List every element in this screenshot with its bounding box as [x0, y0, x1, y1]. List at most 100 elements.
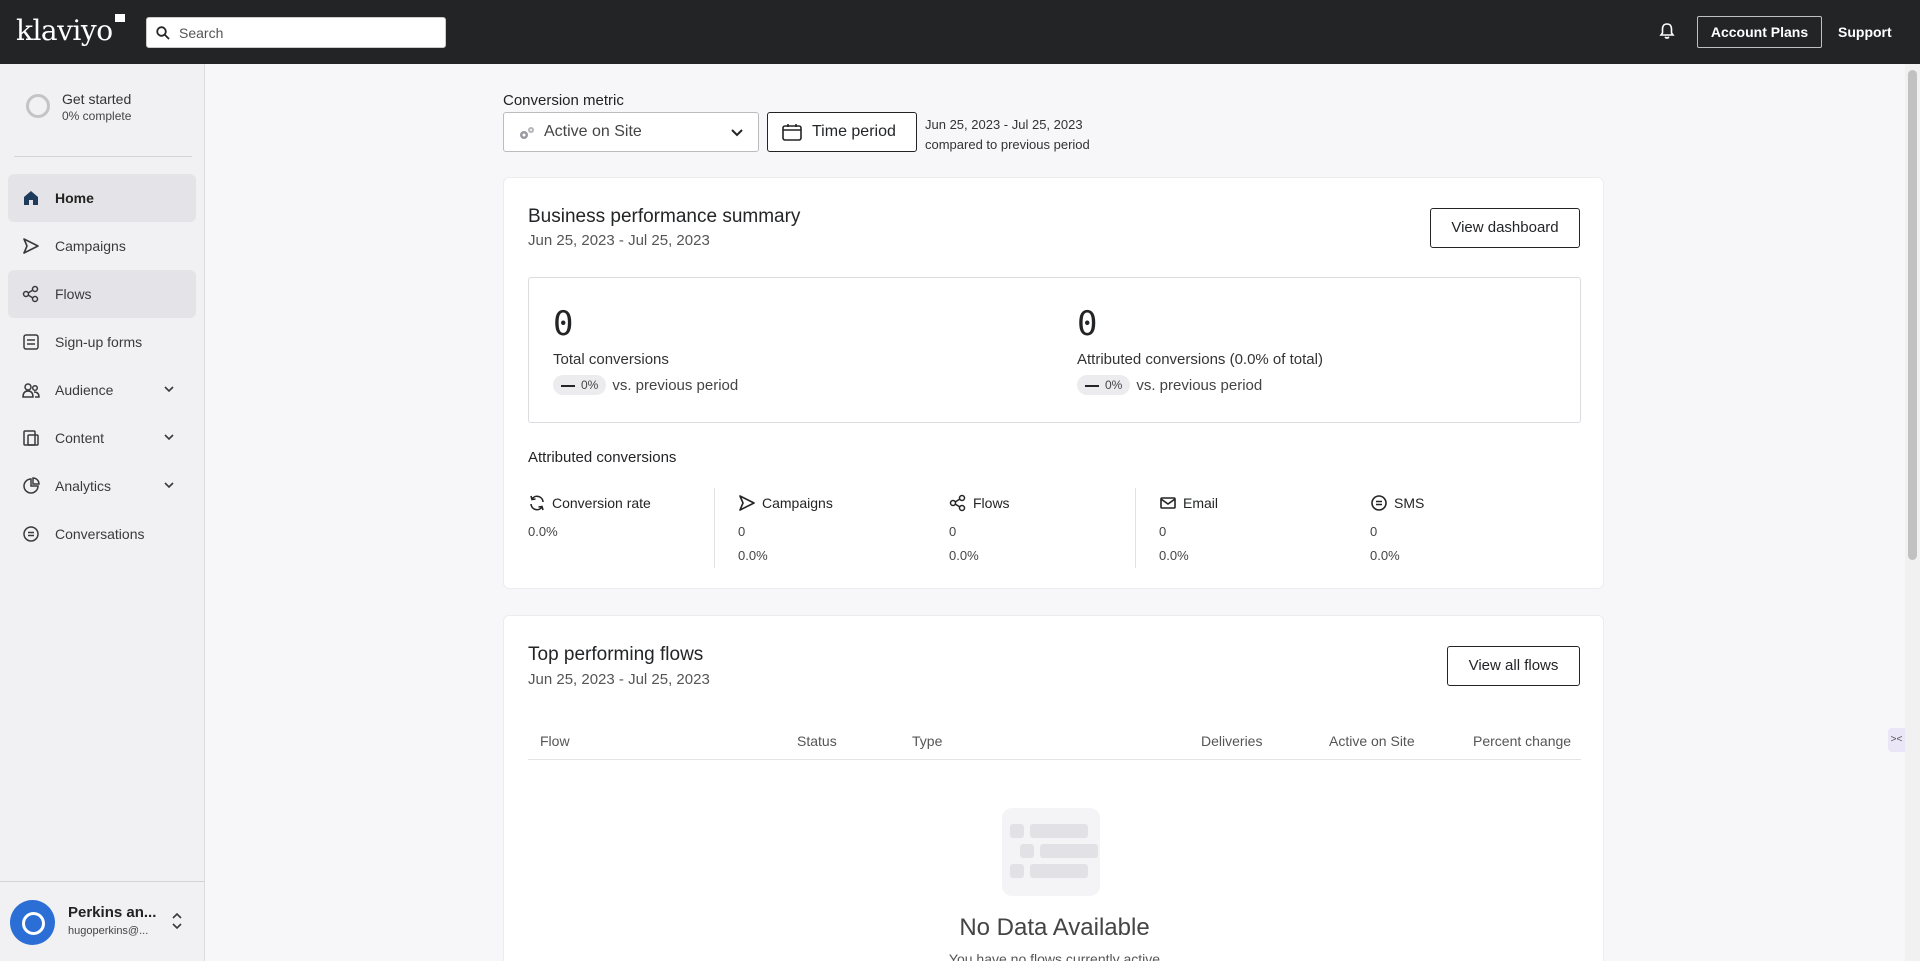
- attributed-conversions-value: 0: [1077, 304, 1098, 344]
- stat-rate: 0.0%: [1370, 548, 1400, 563]
- total-conversions-label: Total conversions: [553, 351, 669, 368]
- account-name: Perkins an...: [68, 904, 157, 921]
- card-title: Top performing flows: [528, 644, 704, 665]
- chevron-updown-icon: [172, 912, 182, 930]
- sidebar-item-label: Home: [55, 190, 94, 206]
- calendar-icon: [782, 124, 802, 141]
- column-header-active-on-site[interactable]: Active on Site: [1329, 733, 1415, 749]
- home-icon: [24, 191, 38, 205]
- stat-rate: 0.0%: [1159, 548, 1189, 563]
- total-conversions-value: 0: [553, 304, 574, 344]
- view-dashboard-button[interactable]: View dashboard: [1430, 208, 1580, 248]
- mail-icon: [1160, 497, 1176, 509]
- sidebar-item-label: Content: [55, 430, 105, 446]
- sidebar-item-audience[interactable]: Audience: [8, 366, 196, 414]
- progress-ring-icon: [26, 94, 50, 118]
- klaviyo-logo[interactable]: klaviyo: [16, 14, 125, 47]
- column-header-deliveries[interactable]: Deliveries: [1201, 733, 1262, 749]
- conversion-metric-select[interactable]: Active on Site: [503, 112, 759, 152]
- refresh-icon: [530, 495, 544, 511]
- view-all-flows-button[interactable]: View all flows: [1447, 646, 1580, 686]
- stat-label: SMS: [1394, 495, 1425, 511]
- sidebar-item-signup-forms[interactable]: Sign-up forms: [8, 318, 196, 366]
- attributed-conversions-label: Attributed conversions (0.0% of total): [1077, 351, 1323, 368]
- account-switcher[interactable]: Perkins an... hugoperkins@...: [0, 881, 205, 961]
- stat-rate: 0.0%: [738, 548, 768, 563]
- comparison-label: vs. previous period: [1136, 376, 1263, 394]
- empty-list-icon: [1002, 808, 1100, 896]
- column-header-status[interactable]: Status: [797, 733, 837, 749]
- card-title: Business performance summary: [528, 206, 801, 227]
- sidebar-item-label: Analytics: [55, 478, 112, 494]
- chevron-down-icon: [731, 129, 743, 137]
- card-date-range: Jun 25, 2023 - Jul 25, 2023: [528, 232, 710, 249]
- stat-value: 0: [1370, 524, 1378, 539]
- sidebar-item-label: Sign-up forms: [55, 334, 143, 350]
- send-icon: [23, 238, 39, 254]
- attributed-change-row: 0% vs. previous period: [1077, 375, 1262, 397]
- empty-state-subtitle: You have no flows currently active: [948, 951, 1161, 961]
- column-header-flow[interactable]: Flow: [540, 733, 570, 749]
- search-icon: [156, 26, 170, 40]
- chevron-down-icon: [164, 434, 174, 441]
- change-badge: 0%: [553, 375, 607, 395]
- flows-icon: [949, 494, 966, 512]
- stat-rate: 0.0%: [949, 548, 979, 563]
- sidebar-divider: [14, 156, 192, 157]
- sidebar-item-label: Flows: [55, 286, 92, 302]
- stat-value: 0: [738, 524, 746, 539]
- sidebar-item-label: Campaigns: [55, 238, 126, 254]
- gears-icon: [520, 127, 534, 139]
- get-started-progress: 0% complete: [62, 109, 132, 123]
- support-link[interactable]: Support: [1838, 16, 1892, 48]
- stat-label: Conversion rate: [552, 495, 651, 511]
- stat-value: 0: [949, 524, 957, 539]
- sidebar-item-campaigns[interactable]: Campaigns: [8, 222, 196, 270]
- dash-icon: [561, 384, 575, 387]
- sidebar: Get started 0% complete Home Campaigns F…: [0, 64, 205, 961]
- stat-label: Flows: [973, 495, 1010, 511]
- sms-icon: [1371, 495, 1387, 511]
- sidebar-item-conversations[interactable]: Conversations: [8, 510, 196, 558]
- stat-value: 0: [1159, 524, 1167, 539]
- page-scrollbar[interactable]: [1905, 64, 1920, 961]
- scrollbar-thumb[interactable]: [1908, 70, 1917, 560]
- stat-label: Campaigns: [762, 495, 833, 511]
- notification-bell-icon[interactable]: [1659, 22, 1675, 45]
- comparison-label: vs. previous period: [612, 376, 739, 394]
- empty-state-title: No Data Available: [959, 914, 1150, 941]
- search-input[interactable]: [179, 18, 439, 47]
- form-icon: [23, 334, 39, 350]
- conversion-metric-label: Conversion metric: [503, 92, 624, 109]
- account-plans-button[interactable]: Account Plans: [1697, 16, 1822, 48]
- get-started-title: Get started: [62, 91, 132, 107]
- chevron-down-icon: [164, 482, 174, 489]
- account-email: hugoperkins@...: [68, 925, 149, 937]
- sidebar-item-flows[interactable]: Flows: [8, 270, 196, 318]
- column-header-percent-change[interactable]: Percent change: [1473, 733, 1571, 749]
- sidebar-item-home[interactable]: Home: [8, 174, 196, 222]
- dash-icon: [1085, 384, 1099, 387]
- top-flows-card: Top performing flows Jun 25, 2023 - Jul …: [503, 615, 1604, 961]
- stat-divider: [1135, 488, 1136, 568]
- date-range: Jun 25, 2023 - Jul 25, 2023: [925, 117, 1083, 132]
- top-bar: klaviyo Account Plans Support: [0, 0, 1920, 64]
- analytics-icon: [23, 477, 40, 494]
- sidebar-item-label: Audience: [55, 382, 114, 398]
- search-box[interactable]: [146, 17, 446, 48]
- date-range-info: Jun 25, 2023 - Jul 25, 2023 compared to …: [925, 115, 1090, 155]
- card-date-range: Jun 25, 2023 - Jul 25, 2023: [528, 671, 710, 688]
- flows-icon: [22, 285, 39, 303]
- side-panel-tab[interactable]: ><: [1888, 728, 1905, 752]
- metric-value: Active on Site: [544, 123, 642, 140]
- stat-label: Email: [1183, 495, 1219, 511]
- logo-flag-icon: [114, 14, 125, 22]
- audience-icon: [22, 383, 40, 398]
- table-header-divider: [528, 759, 1581, 760]
- time-period-button[interactable]: Time period: [767, 112, 917, 152]
- sidebar-item-content[interactable]: Content: [8, 414, 196, 462]
- sidebar-item-label: Conversations: [55, 526, 145, 542]
- sidebar-item-analytics[interactable]: Analytics: [8, 462, 196, 510]
- column-header-type[interactable]: Type: [912, 733, 942, 749]
- comparison-text: compared to previous period: [925, 137, 1090, 152]
